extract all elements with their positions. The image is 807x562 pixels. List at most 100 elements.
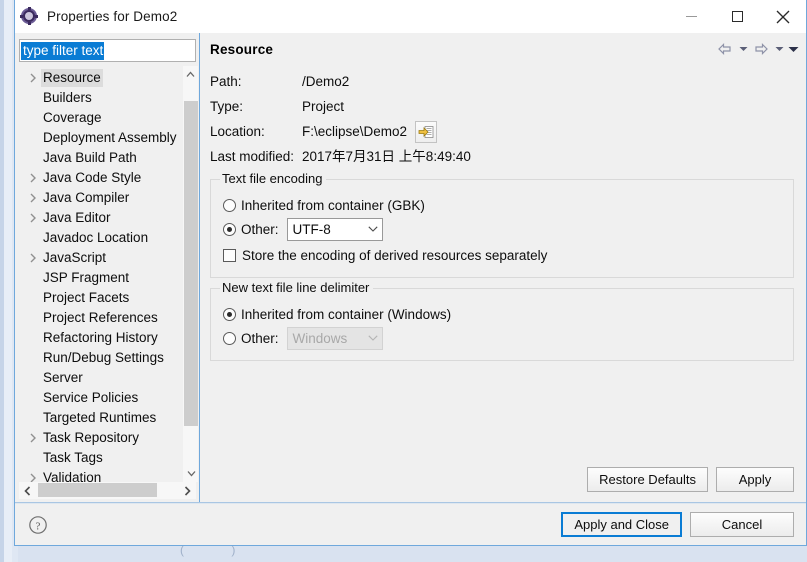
line-delimiter-group: New text file line delimiter Inherited f…	[210, 280, 794, 361]
scroll-down-icon[interactable]	[183, 465, 199, 482]
view-menu-button[interactable]	[786, 39, 800, 59]
scroll-up-icon[interactable]	[183, 66, 198, 83]
tree-item-builders[interactable]: Builders	[15, 88, 181, 108]
open-location-button[interactable]	[415, 120, 438, 143]
tree-item-java-code-style[interactable]: Java Code Style	[15, 168, 181, 188]
window-controls	[668, 0, 806, 33]
store-derived-checkbox-row[interactable]: Store the encoding of derived resources …	[223, 243, 793, 267]
tree-item-label: Java Compiler	[43, 190, 130, 205]
tree-item-project-references[interactable]: Project References	[15, 308, 181, 328]
type-value: Project	[302, 99, 345, 114]
svg-text:?: ?	[36, 520, 41, 532]
tree-item-task-repository[interactable]: Task Repository	[15, 428, 181, 448]
scroll-right-icon[interactable]	[179, 482, 196, 499]
tree-item-java-compiler[interactable]: Java Compiler	[15, 188, 181, 208]
tree-item-refactoring-history[interactable]: Refactoring History	[15, 328, 181, 348]
vertical-scroll-track[interactable]	[183, 83, 198, 465]
filter-input-text: type filter text	[21, 41, 105, 60]
search-input[interactable]: type filter text	[19, 39, 196, 62]
tree-horizontal-scrollbar[interactable]	[19, 482, 196, 499]
tree-item-label: Java Code Style	[43, 170, 142, 185]
apply-and-close-button[interactable]: Apply and Close	[561, 512, 682, 537]
horizontal-scroll-track[interactable]	[36, 482, 179, 499]
tree-item-project-facets[interactable]: Project Facets	[15, 288, 181, 308]
encoding-select[interactable]: UTF-8	[286, 217, 383, 241]
chevron-right-icon[interactable]	[25, 193, 41, 203]
encoding-options: Inherited from container (GBK) Other: UT…	[211, 179, 793, 267]
tree-item-deployment-assembly[interactable]: Deployment Assembly	[15, 128, 181, 148]
delimiter-inherited-radio-row[interactable]: Inherited from container (Windows)	[223, 302, 793, 326]
tree-item-java-build-path[interactable]: Java Build Path	[15, 148, 181, 168]
radio-icon-selected[interactable]	[223, 307, 236, 321]
restore-defaults-button[interactable]: Restore Defaults	[587, 467, 708, 492]
resource-page: Resource Path: /Demo2 Type: Project Loca…	[200, 33, 806, 502]
encoding-other-radio-row[interactable]: Other: UTF-8	[223, 217, 793, 241]
window-title: Properties for Demo2	[47, 8, 178, 24]
chevron-right-icon[interactable]	[25, 73, 41, 83]
group-border-line	[316, 179, 793, 180]
type-label: Type:	[210, 99, 244, 114]
maximize-button[interactable]	[714, 0, 760, 33]
chevron-down-icon	[367, 226, 378, 232]
tree-item-server[interactable]: Server	[15, 368, 181, 388]
tree-item-javadoc-location[interactable]: Javadoc Location	[15, 228, 181, 248]
title-bar[interactable]: Properties for Demo2	[15, 0, 806, 33]
delimiter-other-radio-row[interactable]: Other: Windows	[223, 326, 793, 350]
apply-button[interactable]: Apply	[716, 467, 794, 492]
back-menu-button[interactable]	[736, 39, 750, 59]
tree-item-label: JavaScript	[43, 250, 107, 265]
last-modified-label: Last modified:	[210, 149, 295, 164]
tree-item-targeted-runtimes[interactable]: Targeted Runtimes	[15, 408, 181, 428]
scroll-left-icon[interactable]	[19, 482, 36, 499]
forward-button[interactable]	[750, 39, 772, 59]
tree-item-label: JSP Fragment	[43, 270, 130, 285]
tree-item-label: Javadoc Location	[43, 230, 149, 245]
back-button[interactable]	[714, 39, 736, 59]
tree-item-coverage[interactable]: Coverage	[15, 108, 181, 128]
encoding-select-value: UTF-8	[292, 221, 331, 237]
forward-menu-button[interactable]	[772, 39, 786, 59]
tree-list: Resource Builders Coverage Deployment As…	[15, 66, 181, 482]
open-location-icon	[418, 125, 434, 138]
minimize-icon	[685, 16, 697, 17]
minimize-button[interactable]	[668, 0, 714, 33]
text-file-encoding-title: Text file encoding	[220, 171, 327, 186]
last-modified-value: 2017年7月31日 上午8:49:40	[302, 149, 471, 164]
chevron-right-icon[interactable]	[25, 173, 41, 183]
page-content: Path: /Demo2 Type: Project Location: F:\…	[200, 61, 806, 502]
cancel-button[interactable]: Cancel	[690, 512, 794, 537]
tree-item-validation[interactable]: Validation	[15, 468, 181, 482]
close-button[interactable]	[760, 0, 806, 33]
tree-item-javascript[interactable]: JavaScript	[15, 248, 181, 268]
page-button-row: Restore Defaults Apply	[587, 467, 794, 492]
chevron-right-icon[interactable]	[25, 473, 41, 482]
delimiter-other-label: Other:	[241, 330, 279, 346]
horizontal-scroll-thumb[interactable]	[38, 483, 157, 497]
chevron-right-icon[interactable]	[25, 433, 41, 443]
text-file-encoding-group: Text file encoding Inherited from contai…	[210, 171, 794, 278]
tree-item-jsp-fragment[interactable]: JSP Fragment	[15, 268, 181, 288]
tree-vertical-scrollbar[interactable]	[182, 66, 198, 482]
delimiter-options: Inherited from container (Windows) Other…	[211, 288, 793, 350]
tree-item-run-debug-settings[interactable]: Run/Debug Settings	[15, 348, 181, 368]
tree-item-task-tags[interactable]: Task Tags	[15, 448, 181, 468]
encoding-other-label: Other:	[241, 221, 279, 237]
radio-icon-selected[interactable]	[223, 222, 236, 236]
vertical-scroll-thumb[interactable]	[184, 101, 198, 426]
encoding-inherited-radio-row[interactable]: Inherited from container (GBK)	[223, 193, 793, 217]
location-row: F:\eclipse\Demo2	[302, 119, 794, 144]
tree-item-resource[interactable]: Resource	[15, 68, 181, 88]
tree-item-service-policies[interactable]: Service Policies	[15, 388, 181, 408]
tree-item-java-editor[interactable]: Java Editor	[15, 208, 181, 228]
tree-item-label: Targeted Runtimes	[43, 410, 157, 425]
help-button[interactable]: ?	[27, 514, 49, 536]
resource-info: Path: /Demo2 Type: Project Location: F:\…	[210, 69, 794, 169]
chevron-right-icon[interactable]	[25, 253, 41, 263]
page-nav-controls	[714, 39, 800, 59]
tree-item-label: Resource	[41, 69, 103, 87]
chevron-down-icon	[788, 46, 798, 52]
chevron-right-icon[interactable]	[25, 213, 41, 223]
checkbox-icon[interactable]	[223, 248, 236, 262]
radio-icon[interactable]	[223, 198, 236, 212]
radio-icon[interactable]	[223, 331, 236, 345]
